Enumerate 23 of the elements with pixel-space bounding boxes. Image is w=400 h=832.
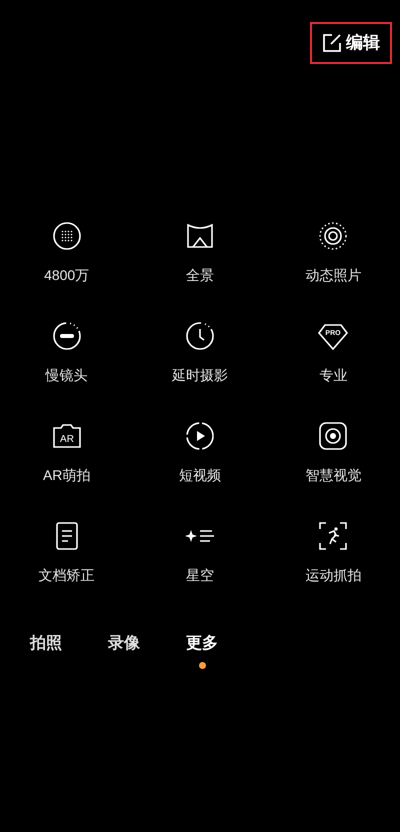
running-person-icon bbox=[317, 520, 350, 552]
edit-icon bbox=[322, 32, 342, 53]
mode-tab[interactable]: 更多 bbox=[186, 632, 218, 656]
camera-mode-button[interactable]: AR AR萌拍 bbox=[0, 420, 134, 486]
camera-mode-button[interactable]: 全景 bbox=[133, 220, 267, 286]
clock-icon bbox=[184, 320, 216, 352]
slow-motion-icon bbox=[50, 320, 83, 352]
camera-mode-button[interactable]: 星空 bbox=[133, 520, 267, 586]
camera-mode-button[interactable]: 短视频 bbox=[133, 420, 267, 486]
camera-mode-button[interactable]: 文档矫正 bbox=[0, 520, 134, 586]
edit-button[interactable]: 编辑 bbox=[310, 22, 392, 64]
concentric-circles-icon bbox=[317, 220, 350, 252]
camera-mode-button[interactable]: 延时摄影 bbox=[133, 320, 267, 386]
play-circle-icon bbox=[184, 420, 216, 452]
camera-mode-button[interactable]: 智慧视觉 bbox=[266, 420, 400, 486]
mode-tab[interactable]: 录像 bbox=[108, 632, 140, 656]
dotted-circle-icon bbox=[50, 220, 83, 252]
camera-mode-button[interactable]: 4800万 bbox=[0, 220, 134, 286]
camera-mode-button[interactable]: 慢镜头 bbox=[0, 320, 134, 386]
camera-mode-button[interactable]: 运动抓拍 bbox=[266, 520, 400, 586]
mode-tab[interactable]: 拍照 bbox=[30, 632, 62, 656]
camera-mode-button[interactable]: 动态照片 bbox=[266, 220, 400, 286]
lens-icon bbox=[317, 420, 350, 452]
